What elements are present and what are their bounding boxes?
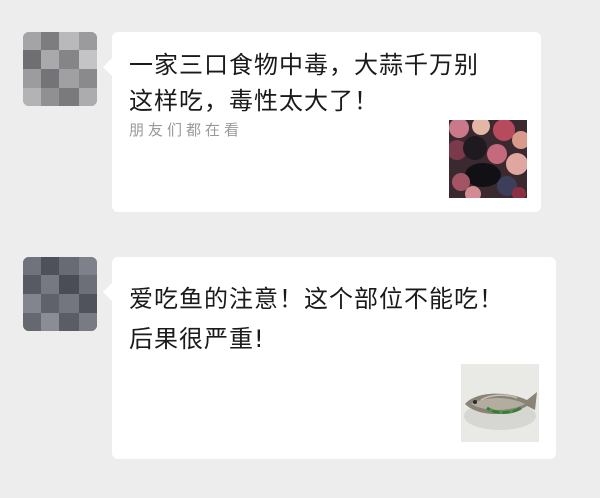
article-thumbnail: [461, 364, 539, 442]
article-title: 爱吃鱼的注意！这个部位不能吃！后果很严重!: [129, 285, 504, 353]
article-thumbnail: [449, 120, 527, 198]
sender-avatar[interactable]: [23, 32, 97, 106]
article-card[interactable]: 爱吃鱼的注意！这个部位不能吃！后果很严重!: [103, 257, 556, 459]
article-card[interactable]: 一家三口食物中毒，大蒜千万别这样吃，毒性太大了！ 朋友们都在看: [103, 32, 541, 212]
article-title: 一家三口食物中毒，大蒜千万别这样吃，毒性太大了！: [129, 51, 479, 115]
sender-avatar[interactable]: [23, 257, 97, 331]
article-source: 朋友们都在看: [129, 121, 244, 139]
